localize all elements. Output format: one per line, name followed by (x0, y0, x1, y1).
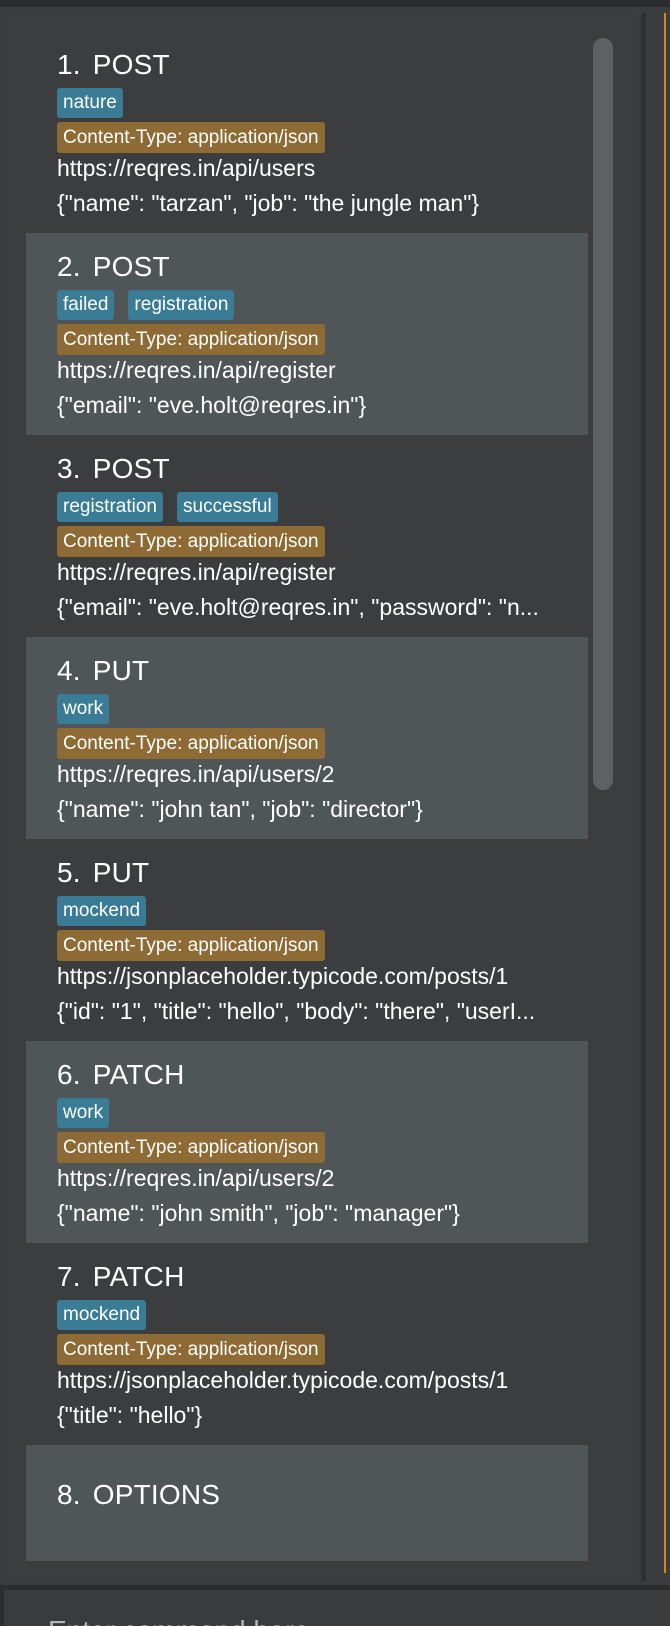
scrollbar-thumb[interactable] (593, 38, 613, 790)
request-card-5[interactable]: 5. PUT mockend Content-Type: application/… (26, 839, 588, 1049)
request-card-7[interactable]: 7. PATCH mockend Content-Type: applicatio… (26, 1243, 588, 1453)
tag-badge: mockend (57, 1300, 147, 1330)
request-method: PUT (92, 655, 150, 686)
tag-badge: failed (57, 290, 115, 320)
request-card-3[interactable]: 3. POST registration successful Content-T… (26, 435, 588, 645)
request-card-2[interactable]: 2. POST failed registration Content-Type:… (26, 233, 588, 443)
app-window: 1. POST nature Content-Type: application/… (0, 0, 670, 1626)
request-url: https://jsonplaceholder.typicode.com/pos… (57, 963, 509, 989)
request-method: OPTIONS (92, 1479, 221, 1510)
request-card-8[interactable]: 8. OPTIONS (26, 1445, 588, 1561)
request-index: 4. (57, 655, 81, 686)
request-index: 1. (57, 49, 81, 80)
request-method: POST (92, 49, 170, 80)
request-index: 8. (57, 1479, 81, 1510)
request-index: 3. (57, 453, 81, 484)
tag-list: mockend (57, 896, 160, 926)
request-header: 7. PATCH (57, 1261, 185, 1293)
panel-divider[interactable] (641, 13, 646, 1581)
request-method: POST (92, 251, 170, 282)
command-placeholder: Enter command here... (48, 1615, 333, 1626)
request-index: 2. (57, 251, 81, 282)
request-header: 6. PATCH (57, 1059, 185, 1091)
request-body: {"name": "john tan", "job": "director"} (57, 796, 423, 822)
request-method: PATCH (92, 1261, 185, 1292)
tag-list: mockend (57, 1300, 160, 1330)
request-index: 6. (57, 1059, 81, 1090)
tag-list: work (57, 694, 123, 724)
top-strip (0, 0, 670, 7)
request-url: https://jsonplaceholder.typicode.com/pos… (57, 1367, 509, 1393)
request-body: {"email": "eve.holt@reqres.in", "passwor… (57, 594, 539, 620)
content-type-badge: Content-Type: application/json (57, 1132, 325, 1163)
request-url: https://reqres.in/api/users/2 (57, 761, 335, 787)
tag-badge: registration (57, 492, 163, 522)
request-method: POST (92, 453, 170, 484)
request-list[interactable]: 1. POST nature Content-Type: application/… (26, 31, 588, 1561)
tag-list: nature (57, 88, 137, 118)
request-index: 7. (57, 1261, 81, 1292)
tag-list: work (57, 1098, 123, 1128)
tag-badge: work (57, 1098, 110, 1128)
content-type-badge: Content-Type: application/json (57, 526, 325, 557)
request-method: PUT (92, 857, 150, 888)
tag-badge: successful (177, 492, 278, 522)
request-body: {"email": "eve.holt@reqres.in"} (57, 392, 367, 418)
request-header: 8. OPTIONS (57, 1479, 220, 1511)
content-type-badge: Content-Type: application/json (57, 930, 325, 961)
request-body: {"name": "john smith", "job": "manager"} (57, 1200, 460, 1226)
tag-list: registration successful (57, 492, 292, 522)
request-card-6[interactable]: 6. PATCH work Content-Type: application/j… (26, 1041, 588, 1251)
tag-list: failed registration (57, 290, 248, 320)
tag-badge: nature (57, 88, 123, 118)
request-header: 1. POST (57, 49, 170, 81)
request-card-1[interactable]: 1. POST nature Content-Type: application/… (26, 31, 588, 241)
response-panel (664, 13, 670, 1573)
request-header: 5. PUT (57, 857, 149, 889)
request-header: 2. POST (57, 251, 170, 283)
request-body: {"title": "hello"} (57, 1402, 203, 1428)
tag-badge: registration (128, 290, 235, 320)
content-type-badge: Content-Type: application/json (57, 728, 325, 759)
request-url: https://reqres.in/api/register (57, 559, 336, 585)
content-type-badge: Content-Type: application/json (57, 1334, 325, 1365)
content-type-badge: Content-Type: application/json (57, 324, 325, 355)
request-body: {"name": "tarzan", "job": "the jungle ma… (57, 190, 480, 216)
tag-badge: work (57, 694, 110, 724)
request-card-4[interactable]: 4. PUT work Content-Type: application/jso… (26, 637, 588, 847)
request-header: 3. POST (57, 453, 170, 485)
request-header: 4. PUT (57, 655, 149, 687)
tag-badge: mockend (57, 896, 147, 926)
request-url: https://reqres.in/api/users (57, 155, 316, 181)
request-url: https://reqres.in/api/users/2 (57, 1165, 335, 1191)
request-index: 5. (57, 857, 81, 888)
content-type-badge: Content-Type: application/json (57, 122, 325, 153)
request-body: {"id": "1", "title": "hello", "body": "t… (57, 998, 536, 1024)
request-method: PATCH (92, 1059, 185, 1090)
request-url: https://reqres.in/api/register (57, 357, 336, 383)
